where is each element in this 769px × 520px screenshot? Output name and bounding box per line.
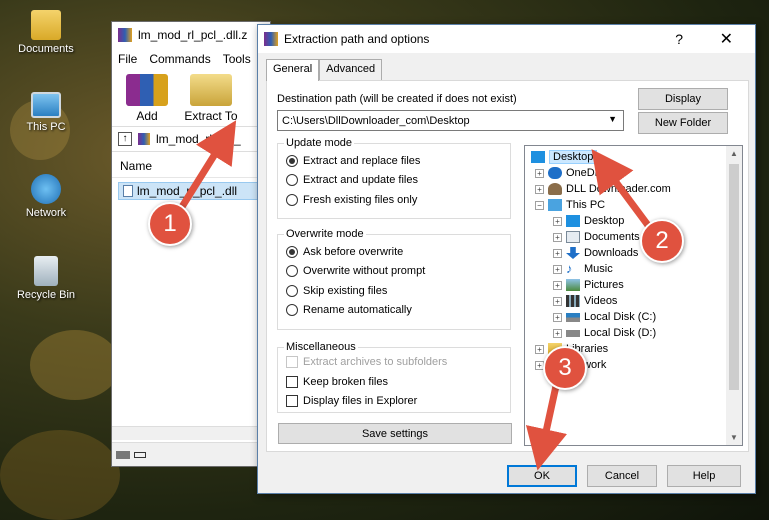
callout-arrow-2	[591, 149, 654, 232]
callout-arrow-1	[176, 120, 237, 214]
callout-arrow-3	[525, 382, 568, 471]
callout-badge-3: 3	[543, 346, 587, 390]
callout-badge-2: 2	[640, 219, 684, 263]
callout-badge-1: 1	[148, 202, 192, 246]
tab-general[interactable]: General	[266, 59, 320, 81]
